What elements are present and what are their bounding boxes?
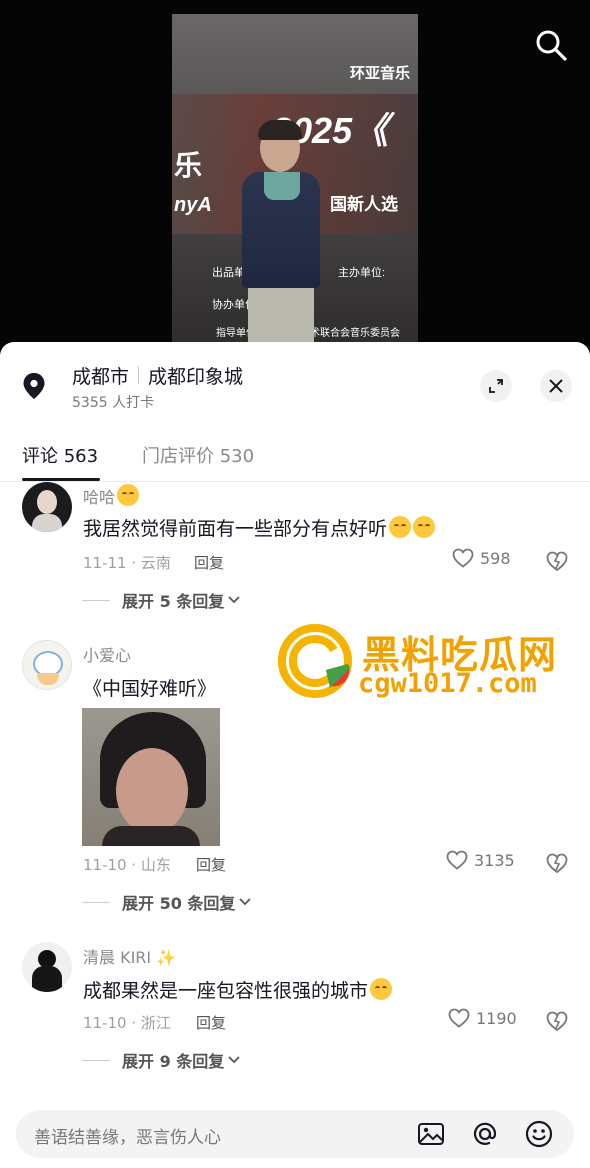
reply-button[interactable]: 回复	[196, 1012, 226, 1033]
singer	[258, 120, 302, 140]
dislike-icon[interactable]	[546, 852, 568, 874]
video-frame: 环亚音乐 2025《 国新人选 乐 nyA 出品单 主办单位: 协办单位 指导单…	[172, 14, 418, 360]
watermark-url: cgw1017.com	[358, 668, 537, 699]
heart-icon	[448, 1008, 470, 1028]
location-divider	[138, 366, 139, 384]
checkin-count: 5355 人打卡	[72, 395, 155, 411]
location-pin-icon	[23, 373, 45, 399]
close-button[interactable]	[540, 370, 572, 402]
avatar[interactable]	[22, 942, 72, 992]
like-count: 598	[480, 548, 511, 568]
dislike-icon[interactable]	[546, 550, 568, 572]
smile-emoji-icon	[413, 516, 436, 538]
comment-item: 哈哈 我居然觉得前面有一些部分有点好听 11-11 · 云南 回复 598 展开…	[0, 482, 590, 632]
expand-label: 展开 50 条回复	[122, 894, 236, 913]
watermark-logo-icon	[278, 624, 352, 698]
banner-text: 乐	[174, 150, 203, 181]
expand-replies[interactable]: 展开 50 条回复	[82, 890, 252, 914]
comment-text: 《中国好难听》	[83, 678, 217, 700]
comment-input-bar[interactable]: 善语结善缘，恶言伤人心	[16, 1110, 574, 1158]
location-header[interactable]: 成都市 成都印象城 5355 人打卡	[22, 358, 572, 414]
expand-label: 展开 5 条回复	[122, 592, 225, 611]
comment-date-region: 11-11 · 云南	[83, 554, 171, 572]
video-player[interactable]: 环亚音乐 2025《 国新人选 乐 nyA 出品单 主办单位: 协办单位 指导单…	[0, 0, 590, 360]
comment-author[interactable]: 清晨 KIRI ✨	[83, 944, 176, 968]
comment-text: 我居然觉得前面有一些部分有点好听	[83, 514, 436, 541]
banner-text: 环亚音乐	[350, 65, 411, 82]
at-icon[interactable]	[470, 1119, 500, 1149]
smile-emoji-icon	[389, 516, 412, 538]
chevron-down-icon	[239, 898, 252, 906]
chevron-down-icon	[228, 596, 240, 604]
tab-comments[interactable]: 评论 563	[22, 442, 98, 468]
divider	[82, 599, 110, 601]
heart-icon	[446, 850, 468, 870]
expand-label: 展开 9 条回复	[122, 1052, 225, 1071]
banner-text: 国新人选	[330, 195, 398, 214]
like-count: 3135	[474, 850, 515, 870]
comment-date-region: 11-10 · 浙江	[83, 1014, 171, 1032]
expand-button[interactable]	[480, 370, 512, 402]
banner-text: 主办单位:	[338, 267, 386, 279]
chevron-down-icon	[228, 1056, 240, 1064]
expand-replies[interactable]: 展开 5 条回复	[82, 588, 241, 612]
search-icon[interactable]	[534, 28, 568, 62]
comment-date-region: 11-10 · 山东	[83, 856, 171, 874]
like-button[interactable]: 3135	[446, 850, 515, 870]
comment-image[interactable]	[82, 708, 220, 846]
reply-button[interactable]: 回复	[196, 854, 226, 875]
comment-author[interactable]: 哈哈	[83, 484, 140, 508]
avatar[interactable]	[22, 640, 72, 690]
active-tab-indicator	[22, 478, 100, 481]
location-city[interactable]: 成都市	[72, 362, 129, 389]
comment-tabs: 评论 563 门店评价 530	[0, 438, 590, 482]
heart-icon	[452, 548, 474, 568]
like-button[interactable]: 598	[452, 548, 511, 568]
expand-icon	[489, 379, 503, 393]
image-icon[interactable]	[416, 1119, 446, 1149]
banner-text: nyA	[174, 194, 212, 216]
reply-button[interactable]: 回复	[194, 552, 224, 573]
emoji-icon[interactable]	[524, 1119, 554, 1149]
like-button[interactable]: 1190	[448, 1008, 517, 1028]
dislike-icon[interactable]	[546, 1010, 568, 1032]
singer	[264, 172, 300, 200]
banner-text: 出品单	[212, 267, 245, 279]
watermark: 黑料吃瓜网 cgw1017.com	[278, 624, 578, 700]
close-icon	[549, 379, 563, 393]
comment-author[interactable]: 小爱心	[83, 642, 131, 666]
comment-sheet: 成都市 成都印象城 5355 人打卡 评论 563 门店评价 530 哈哈 我居…	[0, 342, 590, 1168]
location-place[interactable]: 成都印象城	[148, 362, 243, 389]
avatar[interactable]	[22, 482, 72, 532]
like-count: 1190	[476, 1008, 517, 1028]
smile-emoji-icon	[117, 484, 140, 506]
comment-input-placeholder[interactable]: 善语结善缘，恶言伤人心	[34, 1123, 221, 1148]
divider	[82, 1059, 110, 1061]
smile-emoji-icon	[370, 978, 393, 1000]
tab-store-reviews[interactable]: 门店评价 530	[142, 442, 254, 468]
comment-item: 清晨 KIRI ✨ 成都果然是一座包容性很强的城市 11-10 · 浙江 回复 …	[0, 942, 590, 1082]
divider	[82, 901, 110, 903]
expand-replies[interactable]: 展开 9 条回复	[82, 1048, 241, 1072]
comment-text: 成都果然是一座包容性很强的城市	[83, 976, 393, 1003]
